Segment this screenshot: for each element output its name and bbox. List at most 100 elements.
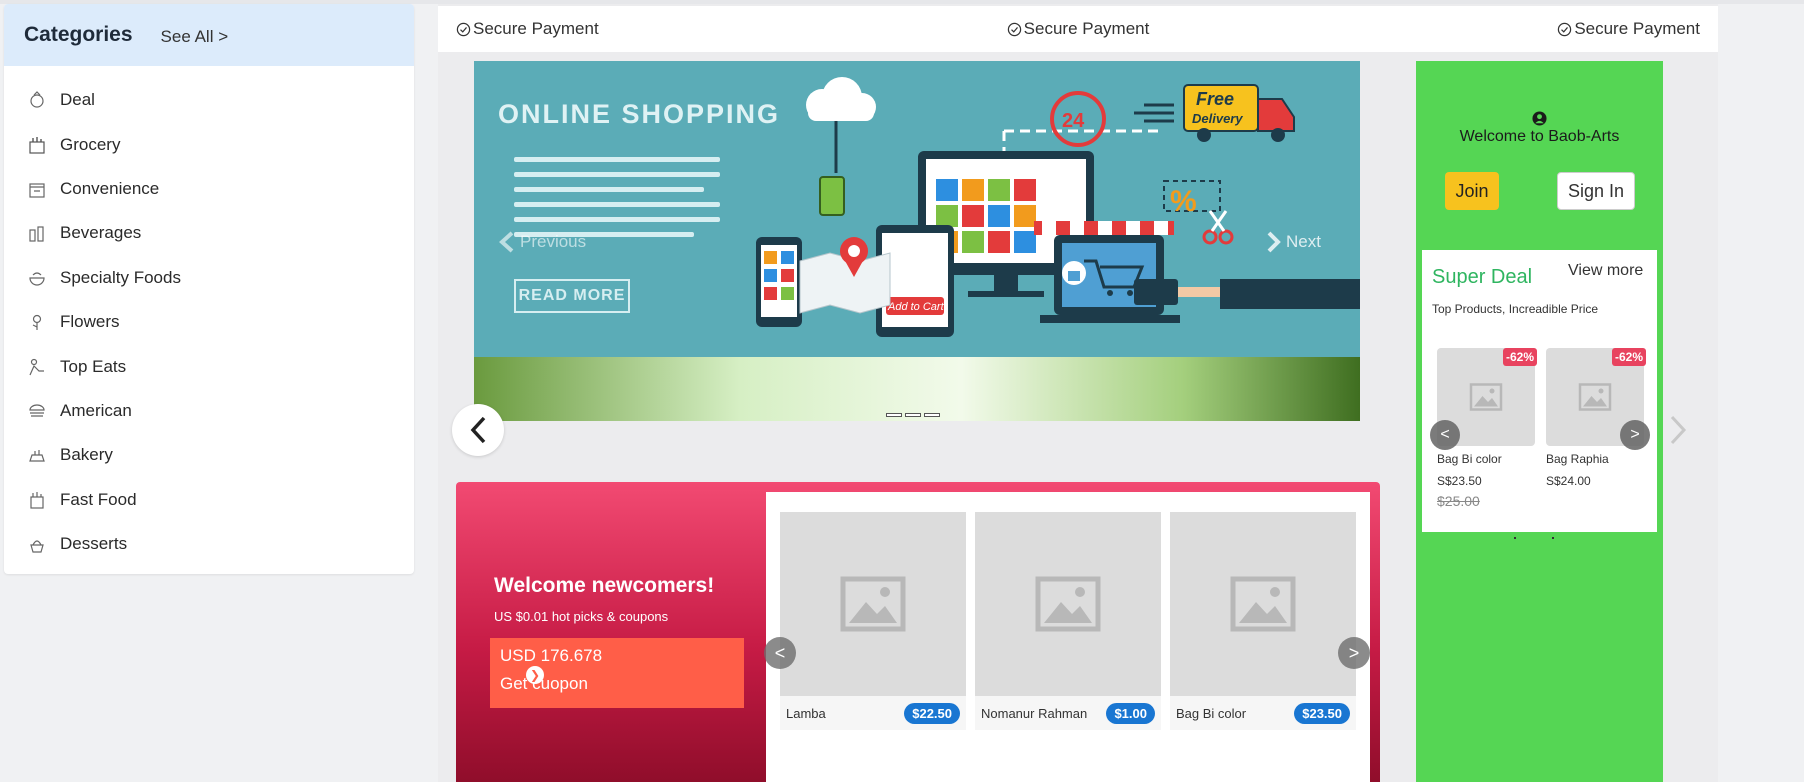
check-circle-icon [456,22,471,36]
discount-badge: -62% [1611,348,1646,366]
secure-payment-label: Secure Payment [1574,19,1700,38]
product-card[interactable]: Lamba $22.50 [780,512,966,730]
svg-text:24: 24 [1062,110,1085,132]
get-coupon-button[interactable]: USD 176.678 Get cuopon ❯ [490,638,744,708]
banner-previous-button[interactable]: Previous [498,231,586,253]
banner-grass-strip [474,357,1360,421]
welcome-text: Welcome to Baob-Arts [1459,128,1620,145]
sidebar-item-convenience[interactable]: Convenience [4,167,414,211]
product-name: Nomanur Rahman [981,705,1088,721]
sidebar-item-label: Bakery [60,445,113,465]
arrow-left-icon [499,231,514,253]
deal-indicator[interactable] [1514,537,1516,539]
secure-payment-item: Secure Payment [1557,19,1700,39]
sidebar-item-label: Desserts [60,534,128,554]
chevron-right-icon: > [1630,426,1640,443]
main-content: Secure Payment Secure Payment Secure Pay… [438,4,1718,782]
product-card[interactable]: Bag Bi color $23.50 [1170,512,1356,730]
free-delivery-text: Delivery [1192,111,1243,126]
chevron-right-icon: > [1348,642,1360,663]
products-next-button[interactable]: > [1338,637,1370,669]
sidebar-item-beverages[interactable]: Beverages [4,211,414,255]
banner-indicators [886,413,940,417]
sidebar-item-label: American [60,400,132,420]
product-card[interactable]: Nomanur Rahman $1.00 [975,512,1161,730]
products-prev-button[interactable]: < [764,637,796,669]
image-placeholder-icon [1170,512,1356,696]
newcomer-subtitle: US $0.01 hot picks & coupons [494,609,669,624]
view-more-link[interactable]: View more [1568,262,1643,280]
deal-price: S$23.50 [1437,474,1482,488]
chevron-left-icon: < [774,642,786,663]
super-deal-subtitle: Top Products, Increadible Price [1432,302,1599,316]
sidebar-item-label: Grocery [60,134,121,154]
american-icon [26,400,48,422]
top-eats-icon [26,356,48,378]
price-badge: $22.50 [904,702,960,724]
deal-old-price: $25.00 [1437,493,1480,509]
chevron-right-icon: ❯ [526,666,544,684]
chevron-right-icon [1670,415,1687,445]
banner-indicator[interactable] [924,413,940,417]
image-placeholder-icon [780,512,966,696]
shopping-illustration: 24 Free Delivery Add to Cart % [756,77,1360,337]
newcomer-title: Welcome newcomers! [494,574,715,597]
sidebar-item-bakery[interactable]: Bakery [4,433,414,477]
price-badge: $23.50 [1294,702,1350,724]
discount-badge: -62% [1502,348,1537,366]
sidebar-item-label: Top Eats [60,356,127,376]
sign-in-button[interactable]: Sign In [1557,172,1635,210]
sidebar-item-label: Flowers [60,312,120,332]
banner-indicator[interactable] [886,413,902,417]
deal-name: Bag Raphia [1546,452,1609,466]
product-name: Bag Bi color [1176,705,1247,721]
sidebar-item-american[interactable]: American [4,389,414,433]
secure-payment-label: Secure Payment [473,19,599,38]
user-icon [1532,111,1547,126]
sidebar-item-fast-food[interactable]: Fast Food [4,478,414,522]
convenience-icon [26,178,48,200]
carousel-next-button[interactable] [1656,404,1700,456]
sidebar-item-top-eats[interactable]: Top Eats [4,344,414,388]
banner-indicator[interactable] [905,413,921,417]
specialty-foods-icon [26,267,48,289]
product-name: Lamba [786,705,826,721]
secure-payment-item: Secure Payment [1007,19,1149,39]
hero-banner[interactable]: ONLINE SHOPPING READ MORE 24 Free Delive… [474,61,1360,421]
super-deal-title: Super Deal [1432,266,1533,288]
fast-food-icon [26,489,48,511]
sidebar-item-label: Beverages [60,223,142,243]
see-all-link[interactable]: See All > [161,27,229,47]
deals-next-button[interactable]: > [1620,420,1650,450]
carousel-prev-button[interactable] [452,404,504,456]
desserts-icon [26,533,48,555]
sidebar-item-label: Convenience [60,178,160,198]
image-placeholder-icon [975,512,1161,696]
sidebar-item-flowers[interactable]: Flowers [4,300,414,344]
sidebar-header: Categories See All > [4,4,414,66]
check-circle-icon [1007,22,1021,36]
chevron-right-icon [1267,231,1281,253]
deal-name: Bag Bi color [1437,452,1502,466]
deal-card[interactable]: -62% Bag Raphia S$24.00 [1546,348,1646,488]
sidebar-item-deal[interactable]: Deal [4,78,414,122]
secure-payment-item: Secure Payment [456,19,599,39]
sidebar-item-grocery[interactable]: Grocery [4,122,414,166]
newcomer-promo: Welcome newcomers! US $0.01 hot picks & … [456,482,1380,782]
sidebar-item-desserts[interactable]: Desserts [4,522,414,566]
previous-label: Previous [520,232,587,251]
next-label: Next [1286,232,1321,251]
join-button[interactable]: Join [1445,172,1499,210]
beverages-icon [26,222,48,244]
grocery-icon [26,134,48,156]
chevron-left-icon: < [1440,426,1450,443]
banner-next-button[interactable]: Next [1266,231,1321,253]
check-circle-icon [1558,22,1572,36]
bakery-icon [26,444,48,466]
deal-indicators [1514,537,1554,539]
add-to-cart-text: Add to Cart [887,301,945,313]
sidebar-title: Categories [24,23,133,46]
sidebar-item-specialty-foods[interactable]: Specialty Foods [4,256,414,300]
deals-prev-button[interactable]: < [1430,420,1460,450]
deal-indicator[interactable] [1552,537,1554,539]
